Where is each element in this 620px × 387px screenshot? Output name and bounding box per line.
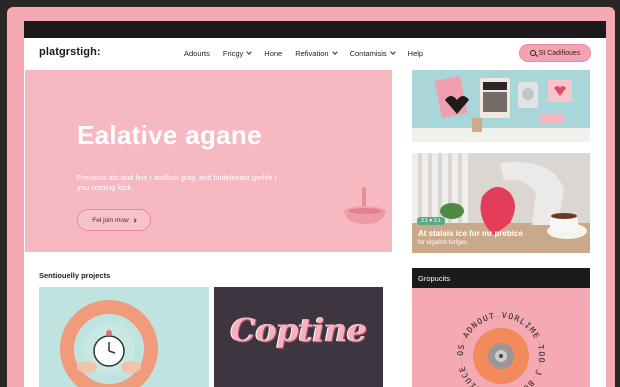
nav-item-adourts[interactable]: Adourts xyxy=(184,49,210,58)
feature-card-mixer[interactable]: 3.1 ♥ 3.1 At stalsis ice for mr prebice … xyxy=(412,153,590,253)
chevron-down-icon xyxy=(389,49,396,55)
hero-subtitle: Prevents ats and fine I andfark gray, an… xyxy=(77,173,277,192)
clock-ring-icon xyxy=(39,287,209,387)
coptine-lettering: Coptine xyxy=(230,311,367,349)
nav-menu: Adourts Fricgy Hone Refivation Contamisi… xyxy=(184,38,436,68)
groups-card[interactable]: Gropucits OS ADNOUT VORLIME TOO J BOUNDE… xyxy=(412,268,590,387)
chevron-right-icon xyxy=(132,217,137,223)
project-tile-clock[interactable] xyxy=(39,287,209,387)
browser-window: platgrstigh: Adourts Fricgy Hone Refivat… xyxy=(24,38,606,387)
top-nav: platgrstigh: Adourts Fricgy Hone Refivat… xyxy=(24,38,606,68)
ring-text: OS ADNOUT VORLIME TOO J BOUNDE MORIUCE xyxy=(456,311,545,387)
mixer-and-cup-icon xyxy=(412,153,590,253)
pink-gadgets-shelf-icon xyxy=(412,70,590,142)
nav-item-hone[interactable]: Hone xyxy=(264,49,282,58)
hero-title: Ealative agane xyxy=(77,120,262,150)
nav-item-refivation[interactable]: Refivation xyxy=(295,49,338,58)
feature-card-title: At stalsis ice for mr prebice xyxy=(418,229,523,238)
ring-text-graphic: OS ADNOUT VORLIME TOO J BOUNDE MORIUCE xyxy=(456,311,546,387)
window-titlebar xyxy=(24,21,606,38)
nav-item-fricgy[interactable]: Fricgy xyxy=(223,49,253,58)
pink-bowl-icon xyxy=(344,187,386,224)
site-logo[interactable]: platgrstigh: xyxy=(39,46,101,58)
nav-cta-button[interactable]: St Cadifioues xyxy=(519,44,591,62)
svg-text:OS ADNOUT VORLIME TOO J BOUNDE: OS ADNOUT VORLIME TOO J BOUNDE MORIUCE xyxy=(456,311,546,387)
feature-card-gadgets[interactable] xyxy=(412,70,590,142)
feature-card-subtitle: for elgalish forfges. xyxy=(418,240,469,246)
nav-item-contamisis[interactable]: Contamisis xyxy=(350,49,396,58)
hero-banner: Ealative agane Prevents ats and fine I a… xyxy=(25,70,392,252)
nav-item-help[interactable]: Help xyxy=(408,49,423,58)
projects-section-title: Sentiouelly projects xyxy=(39,271,111,280)
rating-badge: 3.1 ♥ 3.1 xyxy=(417,217,445,225)
search-icon xyxy=(529,50,536,56)
hero-join-button[interactable]: Fel join mow xyxy=(77,209,151,231)
chevron-down-icon xyxy=(331,49,338,55)
chevron-down-icon xyxy=(246,49,253,55)
project-tile-coptine[interactable]: Coptine xyxy=(214,287,383,387)
